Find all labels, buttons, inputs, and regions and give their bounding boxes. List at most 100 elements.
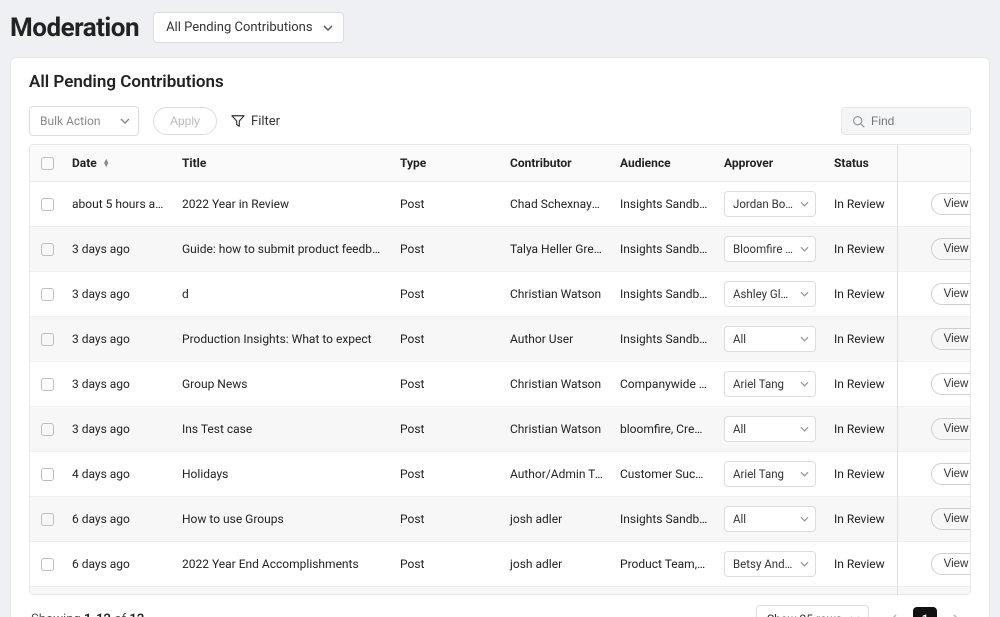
column-header-contributor[interactable]: Contributor bbox=[502, 145, 612, 181]
cell-status: In Review bbox=[826, 233, 930, 265]
filter-label: Filter bbox=[251, 114, 280, 129]
search-input[interactable] bbox=[871, 114, 961, 128]
cell-contributor: Christian Watson bbox=[502, 278, 612, 310]
showing-text: Showing 1-12 of 12 bbox=[31, 612, 144, 617]
cell-date: 3 days ago bbox=[64, 323, 174, 355]
row-checkbox[interactable] bbox=[41, 513, 54, 526]
page-title: Moderation bbox=[10, 13, 139, 43]
search-box[interactable] bbox=[841, 107, 971, 135]
next-page-button[interactable] bbox=[943, 606, 969, 617]
cell-contributor: josh adler bbox=[502, 503, 612, 535]
cell-audience: Insights Sandbox bbox=[612, 233, 716, 265]
cell-contributor: Author/Admin Test bbox=[502, 458, 612, 490]
column-header-audience[interactable]: Audience bbox=[612, 145, 716, 181]
row-checkbox[interactable] bbox=[41, 378, 54, 391]
cell-status: In Review bbox=[826, 593, 930, 594]
filter-button[interactable]: Filter bbox=[231, 114, 280, 129]
table-row: 6 days ago2022 Year End AccomplishmentsP… bbox=[30, 542, 970, 587]
row-checkbox[interactable] bbox=[41, 288, 54, 301]
chevron-down-icon bbox=[323, 23, 333, 33]
sort-icon: ▲▼ bbox=[103, 159, 110, 167]
cell-date: 3 days ago bbox=[64, 233, 174, 265]
view-button[interactable]: View bbox=[931, 463, 970, 485]
cell-type: Post bbox=[392, 278, 502, 310]
cell-date: Feb 6, 2023 bbox=[64, 593, 174, 594]
bulk-action-placeholder: Bulk Action bbox=[40, 114, 101, 128]
cell-date: about 5 hours ago bbox=[64, 188, 174, 220]
approver-select[interactable]: Ariel Tang bbox=[724, 371, 816, 397]
cell-status: In Review bbox=[826, 413, 930, 445]
cell-contributor: Christian Watson bbox=[502, 413, 612, 445]
chevron-down-icon bbox=[800, 470, 809, 479]
table-row: 6 days agoHow to use GroupsPostjosh adle… bbox=[30, 497, 970, 542]
cell-date: 3 days ago bbox=[64, 278, 174, 310]
cell-title: d bbox=[174, 278, 392, 310]
cell-type: Post bbox=[392, 458, 502, 490]
chevron-down-icon bbox=[800, 560, 809, 569]
chevron-down-icon bbox=[800, 245, 809, 254]
row-checkbox[interactable] bbox=[41, 243, 54, 256]
table-row: 3 days agoProduction Insights: What to e… bbox=[30, 317, 970, 362]
view-button[interactable]: View bbox=[931, 508, 970, 530]
view-button[interactable]: View bbox=[931, 553, 970, 575]
approver-select[interactable]: All bbox=[724, 416, 816, 442]
filter-icon bbox=[231, 114, 245, 128]
cell-type: Post bbox=[392, 503, 502, 535]
column-header-type[interactable]: Type bbox=[392, 145, 502, 181]
approver-select[interactable]: All bbox=[724, 506, 816, 532]
view-button[interactable]: View bbox=[931, 193, 970, 215]
view-button[interactable]: View bbox=[931, 328, 970, 350]
row-checkbox[interactable] bbox=[41, 468, 54, 481]
row-checkbox[interactable] bbox=[41, 558, 54, 571]
chevron-down-icon bbox=[800, 290, 809, 299]
cell-contributor: josh adler bbox=[502, 548, 612, 580]
column-header-status[interactable]: Status bbox=[826, 145, 930, 181]
table-row: 3 days agoIns Test casePostChristian Wat… bbox=[30, 407, 970, 452]
row-checkbox[interactable] bbox=[41, 333, 54, 346]
bulk-action-select[interactable]: Bulk Action bbox=[29, 106, 139, 136]
row-checkbox[interactable] bbox=[41, 198, 54, 211]
approver-select[interactable]: Jordan Boyson bbox=[724, 191, 816, 217]
panel-title: All Pending Contributions bbox=[29, 72, 971, 92]
cell-type: Post bbox=[392, 233, 502, 265]
cell-type: Post bbox=[392, 548, 502, 580]
table-row: 3 days agoGuide: how to submit product f… bbox=[30, 227, 970, 272]
column-header-approver[interactable]: Approver bbox=[716, 145, 826, 181]
cell-audience: Companywide Polici… bbox=[612, 368, 716, 400]
cell-date: 6 days ago bbox=[64, 548, 174, 580]
cell-audience: Insights Sandbox bbox=[612, 188, 716, 220]
approver-select[interactable]: Ariel Tang bbox=[724, 461, 816, 487]
search-icon bbox=[852, 115, 865, 128]
rows-per-page-select[interactable]: Show 25 rows bbox=[756, 605, 869, 617]
cell-title: 2022 Year in Review bbox=[174, 188, 392, 220]
approver-select[interactable]: Bloomfire Amb… bbox=[724, 236, 816, 262]
chevron-down-icon bbox=[800, 380, 809, 389]
table-row: about 5 hours ago2022 Year in ReviewPost… bbox=[30, 182, 970, 227]
column-header-title[interactable]: Title bbox=[174, 145, 392, 181]
view-button[interactable]: View bbox=[931, 418, 970, 440]
cell-title: Guide: how to submit product feedback bbox=[174, 233, 392, 265]
cell-date: 3 days ago bbox=[64, 368, 174, 400]
cell-audience: Product Team, Insig… bbox=[612, 548, 716, 580]
view-button[interactable]: View bbox=[931, 373, 970, 395]
cell-contributor: Christian Watson bbox=[502, 368, 612, 400]
view-button[interactable]: View bbox=[931, 283, 970, 305]
view-button[interactable]: View bbox=[931, 238, 970, 260]
column-header-date[interactable]: Date ▲▼ bbox=[64, 145, 174, 181]
prev-page-button[interactable] bbox=[881, 606, 907, 617]
table-row: Feb 6, 2023Comment for: The Future of Fl… bbox=[30, 587, 970, 594]
approver-select[interactable]: Ashley Gladden bbox=[724, 281, 816, 307]
cell-audience: Insights Sandbox bbox=[612, 278, 716, 310]
cell-status: In Review bbox=[826, 503, 930, 535]
approver-select[interactable]: All bbox=[724, 326, 816, 352]
cell-audience: Insights Sandbox bbox=[612, 593, 716, 594]
cell-audience: Customer Success, I… bbox=[612, 458, 716, 490]
cell-title: Comment for: The Future of Flex Work Fie… bbox=[174, 593, 392, 594]
scope-select[interactable]: All Pending Contributions bbox=[153, 12, 343, 43]
cell-type: Post bbox=[392, 323, 502, 355]
row-checkbox[interactable] bbox=[41, 423, 54, 436]
page-number[interactable]: 1 bbox=[913, 607, 937, 617]
approver-select[interactable]: Betsy Anderson bbox=[724, 551, 816, 577]
select-all-checkbox[interactable] bbox=[41, 157, 54, 170]
apply-button[interactable]: Apply bbox=[153, 107, 217, 135]
